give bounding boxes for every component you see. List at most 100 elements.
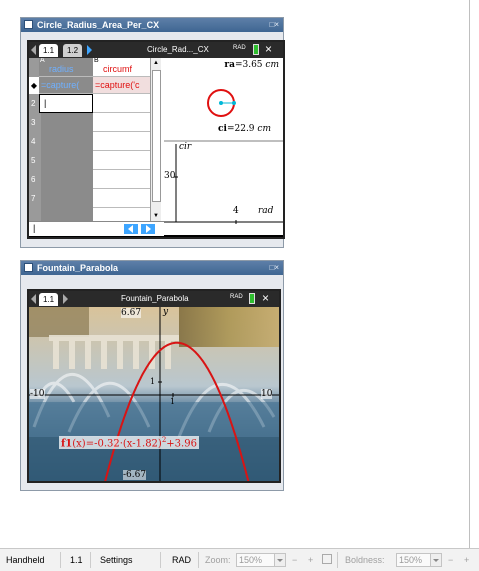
entry-left-arrow-icon[interactable] [124,224,138,234]
zoom-out-button[interactable]: − [292,555,297,566]
document-name: Circle_Rad..._CX [147,45,209,54]
fountain-background-image [29,307,279,481]
document-name: Fountain_Parabola [121,294,189,303]
next-tab-arrow-icon[interactable] [87,45,92,55]
x-axis-label: rad [258,206,274,216]
table-cell[interactable] [93,151,150,170]
formula-cell-a[interactable]: =capture( [39,77,93,94]
window-controls[interactable]: □× [269,261,279,275]
tab-1-1[interactable]: 1.1 [39,44,59,57]
x-tick-label: 4 [233,206,239,216]
column-a-letter: A [40,58,45,64]
table-cell[interactable] [93,94,150,113]
function-constant: +3.96 [166,438,197,450]
y-min-label: -6.67 [123,470,147,480]
vertical-scrollbar[interactable]: ▲ ▼ [150,58,161,221]
zoom-label: Zoom: [205,555,231,565]
handheld-view-button[interactable]: Handheld [6,555,45,566]
formula-cell-b[interactable]: =capture('c [93,77,150,94]
angle-mode: RAD [233,45,246,51]
next-tab-arrow-icon[interactable] [63,294,68,304]
divider [160,552,161,568]
document-canvas: Circle_Radius_Area_Per_CX □× 1.1 1.2 Cir… [0,0,479,548]
status-bar: Handheld 1.1 Settings RAD Zoom: 150% − +… [0,548,479,571]
radius-unit: cm [265,60,279,70]
zoom-in-button[interactable]: + [308,555,313,566]
entry-right-arrow-icon[interactable] [141,224,155,234]
zoom-select[interactable]: 150% [236,553,286,567]
x-max-label: 10 [261,389,273,399]
center-point[interactable] [219,101,223,105]
graph-axes [164,144,283,224]
radius-value: =3.65 [234,60,263,70]
document-icon [24,20,33,29]
column-a-header[interactable]: A radius [39,58,93,77]
tab-1-1[interactable]: 1.1 [39,293,59,306]
scroll-thumb[interactable] [152,70,161,202]
x-min-label: -10 [30,389,45,399]
circumference-var: ci [218,124,227,134]
handheld-screen[interactable]: 1.1 Fountain_Parabola RAD × 6.67 y -10 1… [27,289,281,483]
selected-cell[interactable]: | [39,94,93,113]
boldness-decrease-button[interactable]: − [448,555,453,566]
row-header-3: 3 [29,113,41,133]
window-controls[interactable]: □× [269,18,279,32]
divider [90,552,91,568]
tab-bar: 1.1 Fountain_Parabola RAD × [29,291,279,307]
boldness-increase-button[interactable]: + [464,555,469,566]
function-name: f1 [61,438,73,450]
boldness-label: Boldness: [345,555,385,565]
y-tick-label: 30 [164,171,176,181]
canvas-right-border [469,0,470,548]
angle-mode: RAD [230,294,243,300]
chevron-down-icon[interactable] [430,554,441,566]
prev-tab-arrow-icon[interactable] [31,294,36,304]
function-label[interactable]: f1(x)=-0.32·(x-1.82)2+3.96 [59,436,199,450]
battery-icon [249,293,255,304]
battery-icon [253,44,259,55]
tab-bar: 1.1 1.2 Circle_Rad..._CX RAD × [29,42,283,58]
geometry-view[interactable]: ra=3.65 cm ci=22.9 cm [164,58,283,140]
boldness-select[interactable]: 150% [396,553,442,567]
handheld-screen[interactable]: 1.1 1.2 Circle_Rad..._CX RAD × A radius … [27,40,285,239]
radius-measurement: ra=3.65 cm [224,60,279,70]
table-cell[interactable] [93,189,150,208]
circle-figure[interactable] [202,84,244,126]
settings-button[interactable]: Settings [100,555,133,566]
document-panel-circle[interactable]: Circle_Radius_Area_Per_CX □× 1.1 1.2 Cir… [20,17,285,248]
prev-tab-arrow-icon[interactable] [31,45,36,55]
table-cell[interactable] [93,113,150,132]
row-header-6: 6 [29,170,41,190]
chevron-down-icon[interactable] [274,554,285,566]
formula-entry-line[interactable]: | [29,221,164,236]
divider [60,552,61,568]
column-a-name: radius [49,64,74,74]
close-icon[interactable]: × [262,291,269,306]
fit-to-window-icon[interactable] [322,554,332,564]
spreadsheet[interactable]: A radius B circumf ◆ =capture( =capture(… [29,58,164,221]
table-cell[interactable] [93,132,150,151]
column-b-header[interactable]: B circumf [93,58,150,77]
zoom-value: 150% [239,555,263,565]
table-cell[interactable] [93,170,150,189]
document-icon [24,263,33,272]
function-expression: (x)=-0.32·(x-1.82) [72,438,162,450]
panel-title: Circle_Radius_Area_Per_CX [37,20,160,30]
fountain-photo-graph[interactable]: 6.67 y -10 10 1 1 -6.67 f1(x)=-0.32·(x-1… [29,307,279,481]
scroll-down-icon[interactable]: ▼ [152,212,160,220]
column-b-letter: B [94,58,99,64]
document-panel-fountain[interactable]: Fountain_Parabola □× 1.1 Fountain_Parabo… [20,260,284,491]
divider [198,552,199,568]
page-indicator[interactable]: 1.1 [70,555,83,566]
tab-1-2[interactable]: 1.2 [63,44,83,57]
graph-view[interactable]: cir 30 4 rad [164,142,283,235]
panel-title-bar[interactable]: Circle_Radius_Area_Per_CX □× [21,18,283,32]
column-b-name: circumf [103,64,132,74]
x-tick-label: 1 [170,397,176,406]
radius-point[interactable] [232,101,236,105]
boldness-value: 150% [399,555,423,565]
angle-mode-indicator[interactable]: RAD [172,555,191,566]
scroll-up-icon[interactable]: ▲ [152,59,160,67]
panel-title-bar[interactable]: Fountain_Parabola □× [21,261,283,275]
close-icon[interactable]: × [265,42,272,57]
